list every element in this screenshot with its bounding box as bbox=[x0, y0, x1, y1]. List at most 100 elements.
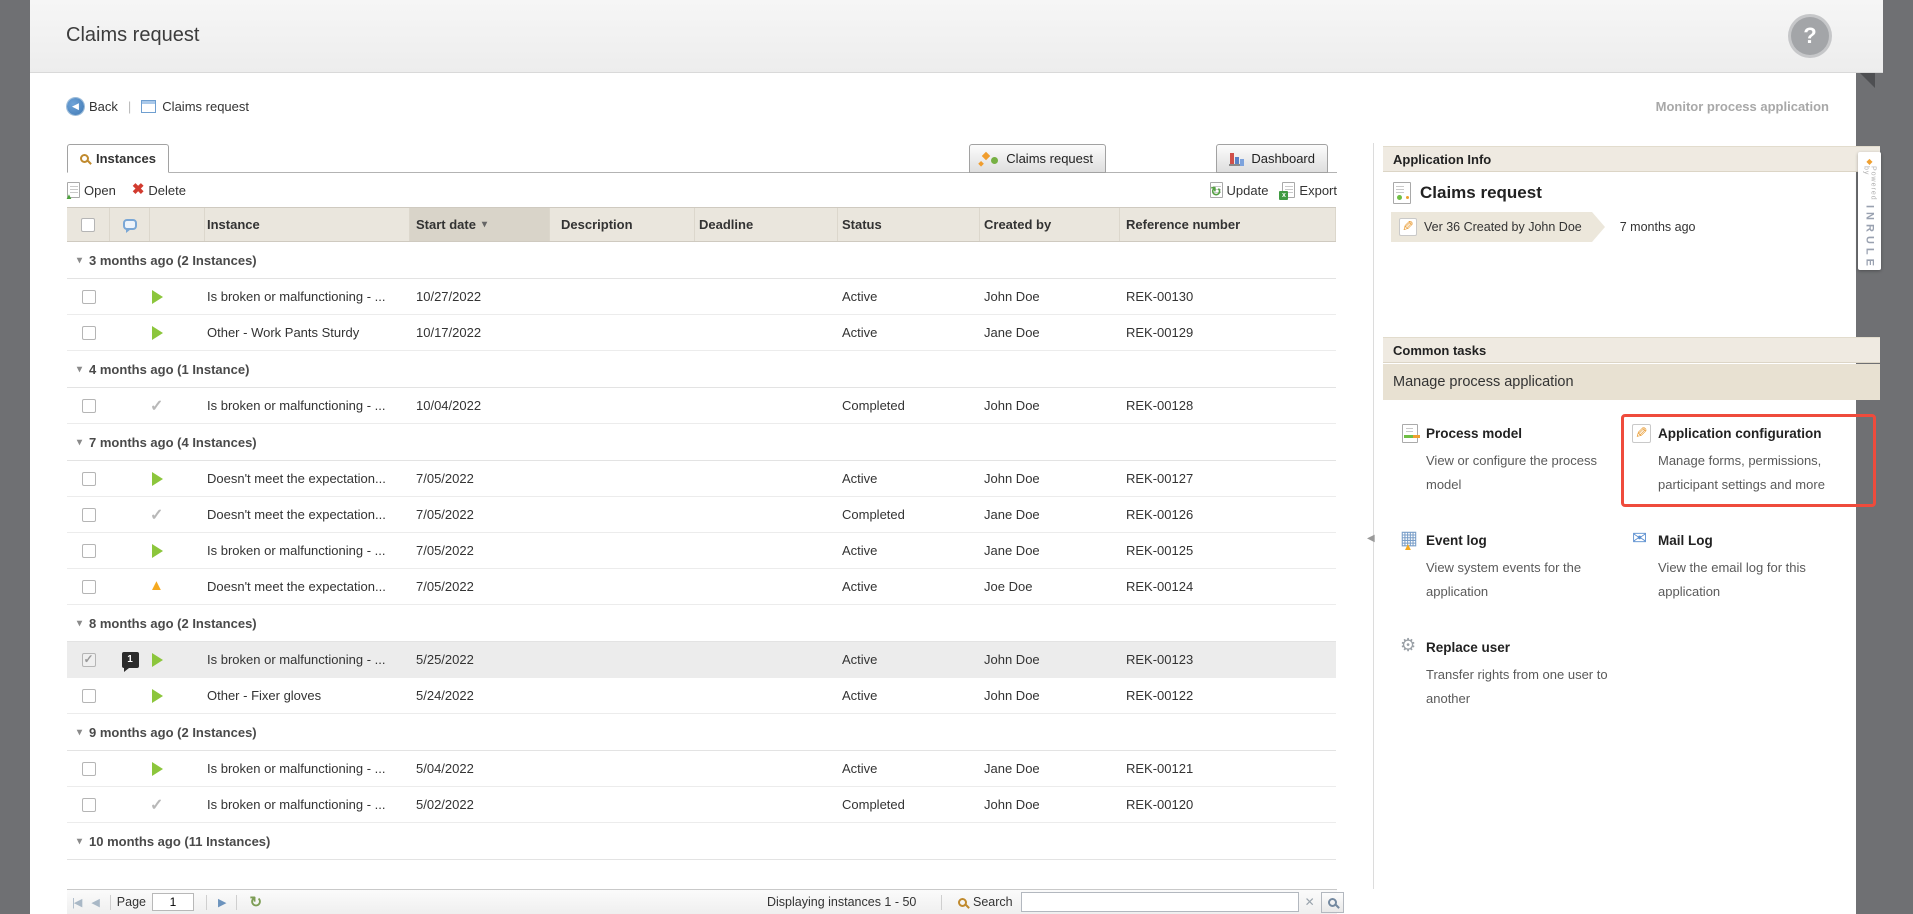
row-checkbox[interactable] bbox=[82, 508, 96, 522]
row-checkbox[interactable] bbox=[82, 326, 96, 340]
table-row[interactable]: Is broken or malfunctioning - ... 5/04/2… bbox=[67, 751, 1336, 787]
brand-name: INRULE bbox=[1864, 205, 1876, 270]
column-header-created-by[interactable]: Created by bbox=[980, 208, 1120, 241]
table-row[interactable]: 1 Is broken or malfunctioning - ... 5/25… bbox=[67, 642, 1336, 678]
status-icon-column-header[interactable] bbox=[150, 208, 205, 241]
common-task-item[interactable]: Application configuration Manage forms, … bbox=[1621, 414, 1876, 507]
update-button[interactable]: Update bbox=[1210, 182, 1269, 198]
cell-start-date: 5/04/2022 bbox=[410, 761, 550, 776]
cell-instance[interactable]: Is broken or malfunctioning - ... bbox=[205, 398, 410, 413]
first-page-button[interactable]: |◀ bbox=[72, 896, 81, 909]
collapse-panel-icon[interactable]: ◀ bbox=[1367, 533, 1375, 544]
row-select-cell bbox=[67, 798, 110, 812]
group-header-row[interactable]: ▾ 4 months ago (1 Instance) bbox=[67, 351, 1336, 388]
row-status-icon-cell bbox=[150, 580, 205, 594]
version-banner[interactable]: Ver 36 Created by John Doe bbox=[1391, 212, 1592, 242]
select-all-checkbox[interactable] bbox=[81, 218, 95, 232]
open-button[interactable]: Open bbox=[67, 182, 116, 198]
context-label: Monitor process application bbox=[1656, 99, 1829, 114]
task-icon bbox=[1400, 424, 1420, 444]
table-row[interactable]: Is broken or malfunctioning - ... 10/27/… bbox=[67, 279, 1336, 315]
group-header-row[interactable]: ▾ 9 months ago (2 Instances) bbox=[67, 714, 1336, 751]
search-button[interactable] bbox=[1321, 892, 1344, 913]
column-header-deadline[interactable]: Deadline bbox=[695, 208, 838, 241]
cell-instance[interactable]: Doesn't meet the expectation... bbox=[205, 579, 410, 594]
search-input[interactable] bbox=[1021, 892, 1299, 912]
comment-count-badge[interactable]: 1 bbox=[122, 652, 139, 668]
paging-toolbar: |◀ ◀ Page ▶ ↻ Displaying instances 1 - 5… bbox=[67, 889, 1337, 914]
tab-dashboard[interactable]: Dashboard bbox=[1216, 144, 1328, 173]
task-description: View the email log for this application bbox=[1658, 556, 1853, 604]
task-description: Manage forms, permissions, participant s… bbox=[1658, 449, 1853, 498]
column-header-status[interactable]: Status bbox=[838, 208, 980, 241]
prev-page-button[interactable]: ◀ bbox=[91, 896, 98, 909]
cell-instance[interactable]: Doesn't meet the expectation... bbox=[205, 471, 410, 486]
row-checkbox[interactable] bbox=[82, 290, 96, 304]
row-checkbox[interactable] bbox=[82, 580, 96, 594]
table-row[interactable]: Other - Fixer gloves 5/24/2022 Active Jo… bbox=[67, 678, 1336, 714]
powered-by-tab[interactable]: ◆ Powered by INRULE bbox=[1858, 152, 1881, 270]
table-row[interactable]: Doesn't meet the expectation... 7/05/202… bbox=[67, 497, 1336, 533]
common-task-item[interactable]: Process model View or configure the proc… bbox=[1389, 414, 1621, 507]
page-number-input[interactable] bbox=[152, 893, 194, 911]
common-task-item[interactable]: Event log View system events for the app… bbox=[1389, 521, 1621, 614]
table-row[interactable]: Is broken or malfunctioning - ... 7/05/2… bbox=[67, 533, 1336, 569]
cell-instance[interactable]: Doesn't meet the expectation... bbox=[205, 507, 410, 522]
column-header-start-date[interactable]: Start date▾ bbox=[410, 208, 550, 241]
group-label: 8 months ago (2 Instances) bbox=[89, 616, 257, 631]
cell-instance[interactable]: Is broken or malfunctioning - ... bbox=[205, 797, 410, 812]
cell-instance[interactable]: Is broken or malfunctioning - ... bbox=[205, 289, 410, 304]
group-collapse-icon[interactable]: ▾ bbox=[77, 255, 82, 266]
cell-created-by: John Doe bbox=[980, 289, 1120, 304]
row-checkbox[interactable] bbox=[82, 762, 96, 776]
group-header-row[interactable]: ▾ 10 months ago (11 Instances) bbox=[67, 823, 1336, 860]
row-checkbox[interactable] bbox=[82, 689, 96, 703]
cell-start-date: 7/05/2022 bbox=[410, 579, 550, 594]
group-collapse-icon[interactable]: ▾ bbox=[77, 364, 82, 375]
group-header-row[interactable]: ▾ 8 months ago (2 Instances) bbox=[67, 605, 1336, 642]
row-checkbox[interactable] bbox=[82, 798, 96, 812]
cell-instance[interactable]: Other - Fixer gloves bbox=[205, 688, 410, 703]
cell-instance[interactable]: Is broken or malfunctioning - ... bbox=[205, 761, 410, 776]
column-header-description[interactable]: Description bbox=[550, 208, 695, 241]
row-checkbox[interactable] bbox=[82, 399, 96, 413]
delete-button[interactable]: ✖ Delete bbox=[132, 183, 186, 198]
group-header-row[interactable]: ▾ 3 months ago (2 Instances) bbox=[67, 242, 1336, 279]
column-header-instance[interactable]: Instance bbox=[205, 208, 410, 241]
common-task-item[interactable]: Replace user Transfer rights from one us… bbox=[1389, 628, 1621, 721]
cell-instance[interactable]: Is broken or malfunctioning - ... bbox=[205, 543, 410, 558]
table-row[interactable]: Other - Work Pants Sturdy 10/17/2022 Act… bbox=[67, 315, 1336, 351]
next-page-button[interactable]: ▶ bbox=[218, 896, 225, 909]
group-collapse-icon[interactable]: ▾ bbox=[77, 836, 82, 847]
update-label: Update bbox=[1227, 183, 1269, 198]
group-collapse-icon[interactable]: ▾ bbox=[77, 437, 82, 448]
cell-created-by: John Doe bbox=[980, 398, 1120, 413]
row-checkbox[interactable] bbox=[82, 544, 96, 558]
cell-status: Completed bbox=[838, 507, 980, 522]
tab-instances[interactable]: Instances bbox=[67, 144, 169, 173]
comments-column-header[interactable] bbox=[110, 208, 150, 241]
row-checkbox[interactable] bbox=[82, 653, 96, 667]
tab-claims-request[interactable]: Claims request bbox=[969, 144, 1106, 173]
cell-instance[interactable]: Is broken or malfunctioning - ... bbox=[205, 652, 410, 667]
row-select-cell bbox=[67, 326, 110, 340]
page-title: Claims request bbox=[66, 24, 199, 47]
back-button[interactable]: Back bbox=[89, 99, 118, 114]
refresh-icon[interactable]: ↻ bbox=[249, 893, 262, 911]
group-collapse-icon[interactable]: ▾ bbox=[77, 727, 82, 738]
table-row[interactable]: Doesn't meet the expectation... 7/05/202… bbox=[67, 569, 1336, 605]
row-status-icon-cell bbox=[150, 653, 205, 667]
export-button[interactable]: Export bbox=[1282, 182, 1337, 198]
table-row[interactable]: Doesn't meet the expectation... 7/05/202… bbox=[67, 461, 1336, 497]
page-label: Page bbox=[117, 895, 146, 909]
clear-search-icon[interactable]: ✕ bbox=[1305, 895, 1315, 909]
help-icon[interactable]: ? bbox=[1791, 17, 1829, 55]
table-row[interactable]: Is broken or malfunctioning - ... 10/04/… bbox=[67, 388, 1336, 424]
table-row[interactable]: Is broken or malfunctioning - ... 5/02/2… bbox=[67, 787, 1336, 823]
common-task-item[interactable]: Mail Log View the email log for this app… bbox=[1621, 521, 1876, 614]
group-header-row[interactable]: ▾ 7 months ago (4 Instances) bbox=[67, 424, 1336, 461]
cell-instance[interactable]: Other - Work Pants Sturdy bbox=[205, 325, 410, 340]
group-collapse-icon[interactable]: ▾ bbox=[77, 618, 82, 629]
row-checkbox[interactable] bbox=[82, 472, 96, 486]
column-header-reference[interactable]: Reference number bbox=[1120, 208, 1336, 241]
